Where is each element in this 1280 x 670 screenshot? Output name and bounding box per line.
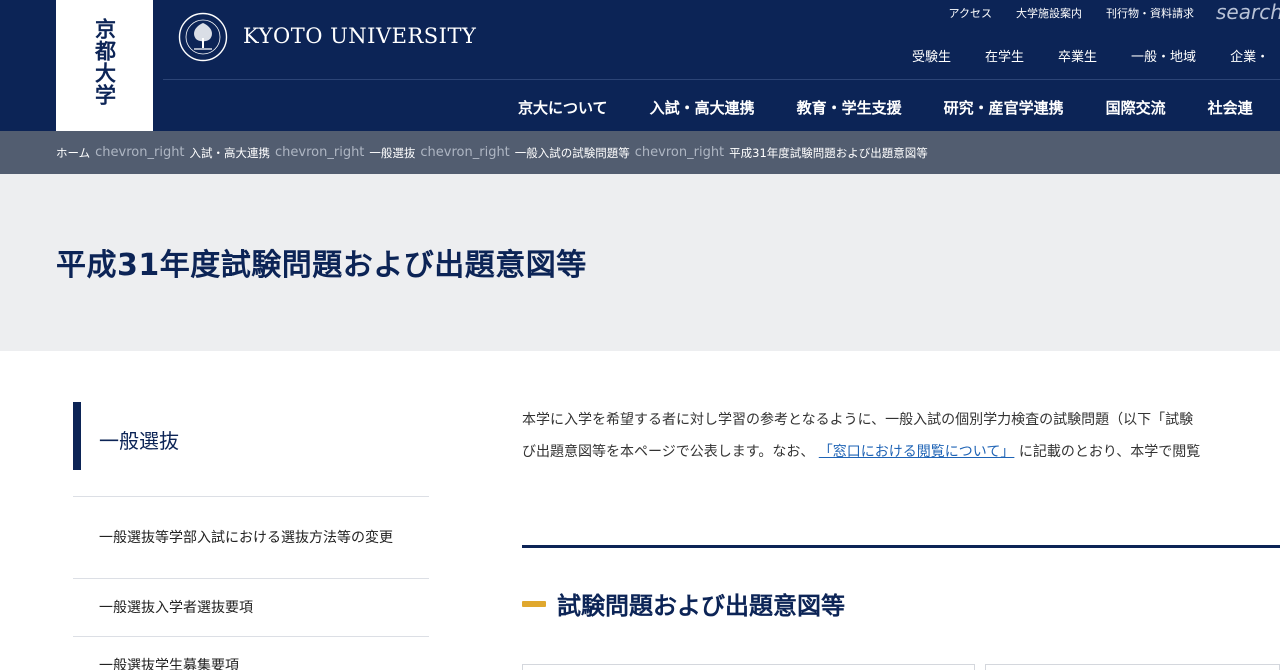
logo-text: 京都大学 xyxy=(92,18,118,106)
sidebar-item-label: 一般選抜学生募集要項 xyxy=(99,657,239,670)
breadcrumb: ホーム chevron_right 入試・高大連携 chevron_right … xyxy=(0,131,1280,174)
nav-admissions[interactable]: 入試・高大連携 xyxy=(650,97,755,118)
utility-nav: アクセス 大学施設案内 刊行物・資料請求 xyxy=(949,6,1194,22)
breadcrumb-current: 平成31年度試験問題および出題意図等 xyxy=(729,145,928,160)
breadcrumb-general-selection[interactable]: 一般選抜 xyxy=(369,145,415,161)
page-title: 平成31年度試験問題および出題意図等 xyxy=(56,248,587,283)
chevron-right-icon: chevron_right xyxy=(420,145,510,160)
chevron-right-icon: chevron_right xyxy=(275,145,365,160)
utility-link-publications[interactable]: 刊行物・資料請求 xyxy=(1106,6,1194,22)
chevron-right-icon: chevron_right xyxy=(95,145,185,160)
counter-viewing-link[interactable]: 「窓口における閲覧について」 xyxy=(819,444,1015,460)
kyoto-university-logo[interactable]: 京都大学 xyxy=(56,0,153,131)
sidebar-heading-bar xyxy=(73,402,81,470)
site-header: 京都大学 KYOTO UNIVERSITY アクセス 大学施設案内 刊行物・資料… xyxy=(0,0,1280,131)
section-divider xyxy=(522,545,1280,548)
breadcrumb-home[interactable]: ホーム xyxy=(56,145,90,161)
nav-about[interactable]: 京大について xyxy=(518,97,608,118)
main-nav: 京大について 入試・高大連携 教育・学生支援 研究・産官学連携 国際交流 社会連 xyxy=(518,97,1253,118)
intro-line-2: び出題意図等を本ページで公表します。なお、 「窓口における閲覧について」 に記載… xyxy=(522,436,1280,468)
university-emblem-icon xyxy=(178,12,228,62)
content-card[interactable] xyxy=(985,664,1280,670)
sidebar-heading[interactable]: 一般選抜 xyxy=(73,402,429,470)
header-divider xyxy=(163,79,1280,80)
search-button[interactable]: search xyxy=(1216,0,1280,24)
audience-nav: 受験生 在学生 卒業生 一般・地域 企業・ xyxy=(912,46,1269,65)
nav-society[interactable]: 社会連 xyxy=(1208,97,1253,118)
sidebar-heading-label: 一般選抜 xyxy=(99,429,179,453)
breadcrumb-exam-questions[interactable]: 一般入試の試験問題等 xyxy=(515,145,630,161)
intro-line-2-end: に記載のとおり、本学で閲覧 xyxy=(1018,444,1201,460)
sidebar-item-label: 一般選抜等学部入試における選抜方法等の変更 xyxy=(99,529,393,546)
utility-link-access[interactable]: アクセス xyxy=(949,6,992,22)
heading-accent-bar xyxy=(522,600,546,607)
intro-line-1: 本学に入学を希望する者に対し学習の参考となるように、一般入試の個別学力検査の試験… xyxy=(522,412,1194,428)
sidebar-item-application-guide[interactable]: 一般選抜学生募集要項 xyxy=(73,636,429,670)
chevron-right-icon: chevron_right xyxy=(634,145,725,160)
nav-education[interactable]: 教育・学生支援 xyxy=(797,97,902,118)
sidebar-item-label: 一般選抜入学者選抜要項 xyxy=(99,599,253,616)
audience-link-students[interactable]: 在学生 xyxy=(985,46,1024,65)
sidebar-item-selection-changes[interactable]: 一般選抜等学部入試における選抜方法等の変更 xyxy=(73,496,429,578)
section-heading-label: 試験問題および出題意図等 xyxy=(557,592,845,620)
title-band: 平成31年度試験問題および出題意図等 xyxy=(0,174,1280,351)
nav-research[interactable]: 研究・産官学連携 xyxy=(944,97,1064,118)
nav-international[interactable]: 国際交流 xyxy=(1106,97,1166,118)
breadcrumb-admissions[interactable]: 入試・高大連携 xyxy=(190,145,271,161)
sidebar-nav: 一般選抜等学部入試における選抜方法等の変更 一般選抜入学者選抜要項 一般選抜学生… xyxy=(73,496,429,670)
utility-link-facilities[interactable]: 大学施設案内 xyxy=(1016,6,1082,22)
sidebar-item-selection-guidelines[interactable]: 一般選抜入学者選抜要項 xyxy=(73,578,429,636)
content-card[interactable] xyxy=(522,664,975,670)
audience-link-applicants[interactable]: 受験生 xyxy=(912,46,951,65)
section-heading: 試験問題および出題意図等 xyxy=(522,586,845,621)
intro-line-2-start: び出題意図等を本ページで公表します。なお、 xyxy=(522,444,815,460)
audience-link-alumni[interactable]: 卒業生 xyxy=(1058,46,1097,65)
brand-name[interactable]: KYOTO UNIVERSITY xyxy=(243,24,476,48)
audience-link-public[interactable]: 一般・地域 xyxy=(1131,46,1196,65)
audience-link-business[interactable]: 企業・ xyxy=(1230,46,1269,65)
intro-text: 本学に入学を希望する者に対し学習の参考となるように、一般入試の個別学力検査の試験… xyxy=(522,404,1280,468)
